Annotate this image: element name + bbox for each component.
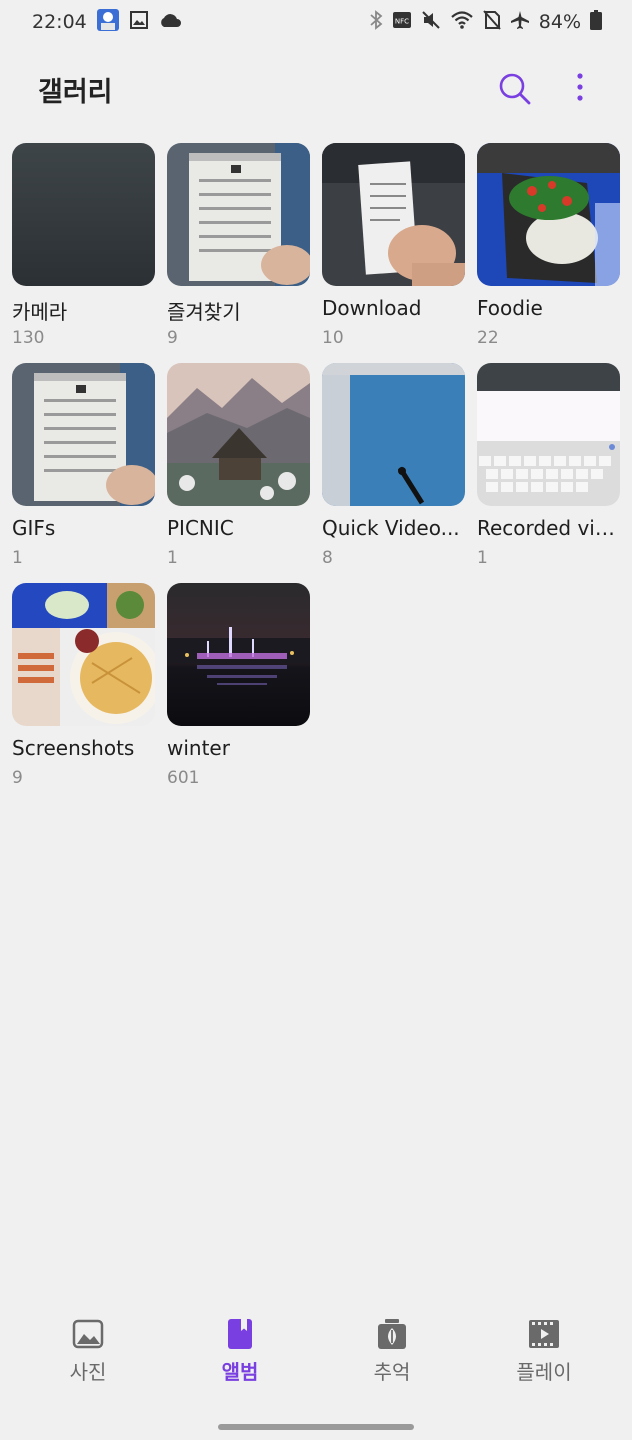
- home-indicator[interactable]: [218, 1424, 414, 1430]
- airplane-icon: [510, 10, 530, 35]
- album-item-favorites[interactable]: 즐겨찾기 9: [167, 143, 310, 363]
- album-name: Quick Video...: [322, 516, 460, 540]
- album-item-camera[interactable]: 카메라 130: [12, 143, 155, 363]
- tab-label: 사진: [69, 1360, 107, 1384]
- battery-percent: 84%: [538, 11, 581, 33]
- album-name: winter: [167, 736, 230, 760]
- app-avatar-icon: [96, 8, 120, 37]
- album-name: Screenshots: [12, 736, 135, 760]
- album-thumbnail: [167, 143, 310, 286]
- image-icon: [129, 10, 149, 35]
- album-thumbnail: [322, 363, 465, 506]
- album-count: 10: [322, 328, 344, 348]
- album-name: GIFs: [12, 516, 56, 540]
- no-sim-icon: [483, 9, 501, 35]
- album-icon: [228, 1319, 252, 1349]
- album-count: 130: [12, 328, 45, 348]
- search-icon: [499, 73, 531, 105]
- album-thumbnail: [167, 583, 310, 726]
- album-name: Download: [322, 296, 422, 320]
- page-title: 갤러리: [38, 77, 113, 108]
- album-item-picnic[interactable]: PICNIC 1: [167, 363, 310, 583]
- memories-icon: [378, 1319, 406, 1349]
- svg-text:NFC: NFC: [395, 17, 409, 25]
- wifi-icon: [450, 10, 474, 35]
- album-thumbnail: [167, 363, 310, 506]
- album-item-foodie[interactable]: Foodie 22: [477, 143, 620, 363]
- tab-play[interactable]: 플레이: [468, 1318, 620, 1398]
- album-count: 601: [167, 768, 200, 788]
- album-thumbnail: [322, 143, 465, 286]
- album-item-gifs[interactable]: GIFs 1: [12, 363, 155, 583]
- cloud-icon: [158, 11, 182, 33]
- more-options-button[interactable]: [568, 70, 592, 108]
- album-count: 8: [322, 548, 333, 568]
- mute-icon: [421, 10, 441, 35]
- album-grid: 카메라 130 즐겨찾기 9 Download 10 Foodie 22 GIF…: [12, 143, 622, 803]
- album-name: 카메라: [12, 300, 68, 324]
- album-name: 즐겨찾기: [167, 300, 241, 324]
- album-item-screenshots[interactable]: Screenshots 9: [12, 583, 155, 803]
- album-count: 1: [12, 548, 23, 568]
- album-count: 9: [12, 768, 23, 788]
- bottom-navigation: 사진 앨범 추억 플레이: [0, 1318, 632, 1398]
- album-count: 1: [477, 548, 488, 568]
- search-button[interactable]: [496, 70, 534, 108]
- album-name: Recorded vid...: [477, 516, 620, 540]
- album-thumbnail: [477, 363, 620, 506]
- tab-photos[interactable]: 사진: [12, 1318, 164, 1398]
- album-thumbnail: [12, 363, 155, 506]
- album-item-recorded-videos[interactable]: Recorded vid... 1: [477, 363, 620, 583]
- more-vertical-icon: [577, 73, 583, 101]
- tab-albums[interactable]: 앨범: [164, 1318, 316, 1398]
- album-name: Foodie: [477, 296, 543, 320]
- nfc-icon: NFC: [392, 11, 412, 34]
- play-film-icon: [529, 1320, 559, 1348]
- app-bar: 갤러리: [0, 60, 632, 116]
- album-name: PICNIC: [167, 516, 234, 540]
- tab-label: 플레이: [516, 1360, 572, 1384]
- tab-memories[interactable]: 추억: [316, 1318, 468, 1398]
- album-thumbnail: [477, 143, 620, 286]
- album-count: 22: [477, 328, 499, 348]
- status-time: 22:04: [32, 11, 87, 33]
- status-bar: 22:04 NFC 84%: [0, 0, 632, 44]
- photo-icon: [72, 1319, 104, 1349]
- album-item-winter[interactable]: winter 601: [167, 583, 310, 803]
- album-item-download[interactable]: Download 10: [322, 143, 465, 363]
- album-item-quick-video[interactable]: Quick Video... 8: [322, 363, 465, 583]
- bluetooth-icon: [369, 9, 383, 35]
- album-thumbnail: [12, 583, 155, 726]
- album-thumbnail: [12, 143, 155, 286]
- tab-label: 앨범: [221, 1360, 259, 1384]
- tab-label: 추억: [373, 1360, 411, 1384]
- album-count: 9: [167, 328, 178, 348]
- battery-icon: [590, 9, 602, 35]
- album-count: 1: [167, 548, 178, 568]
